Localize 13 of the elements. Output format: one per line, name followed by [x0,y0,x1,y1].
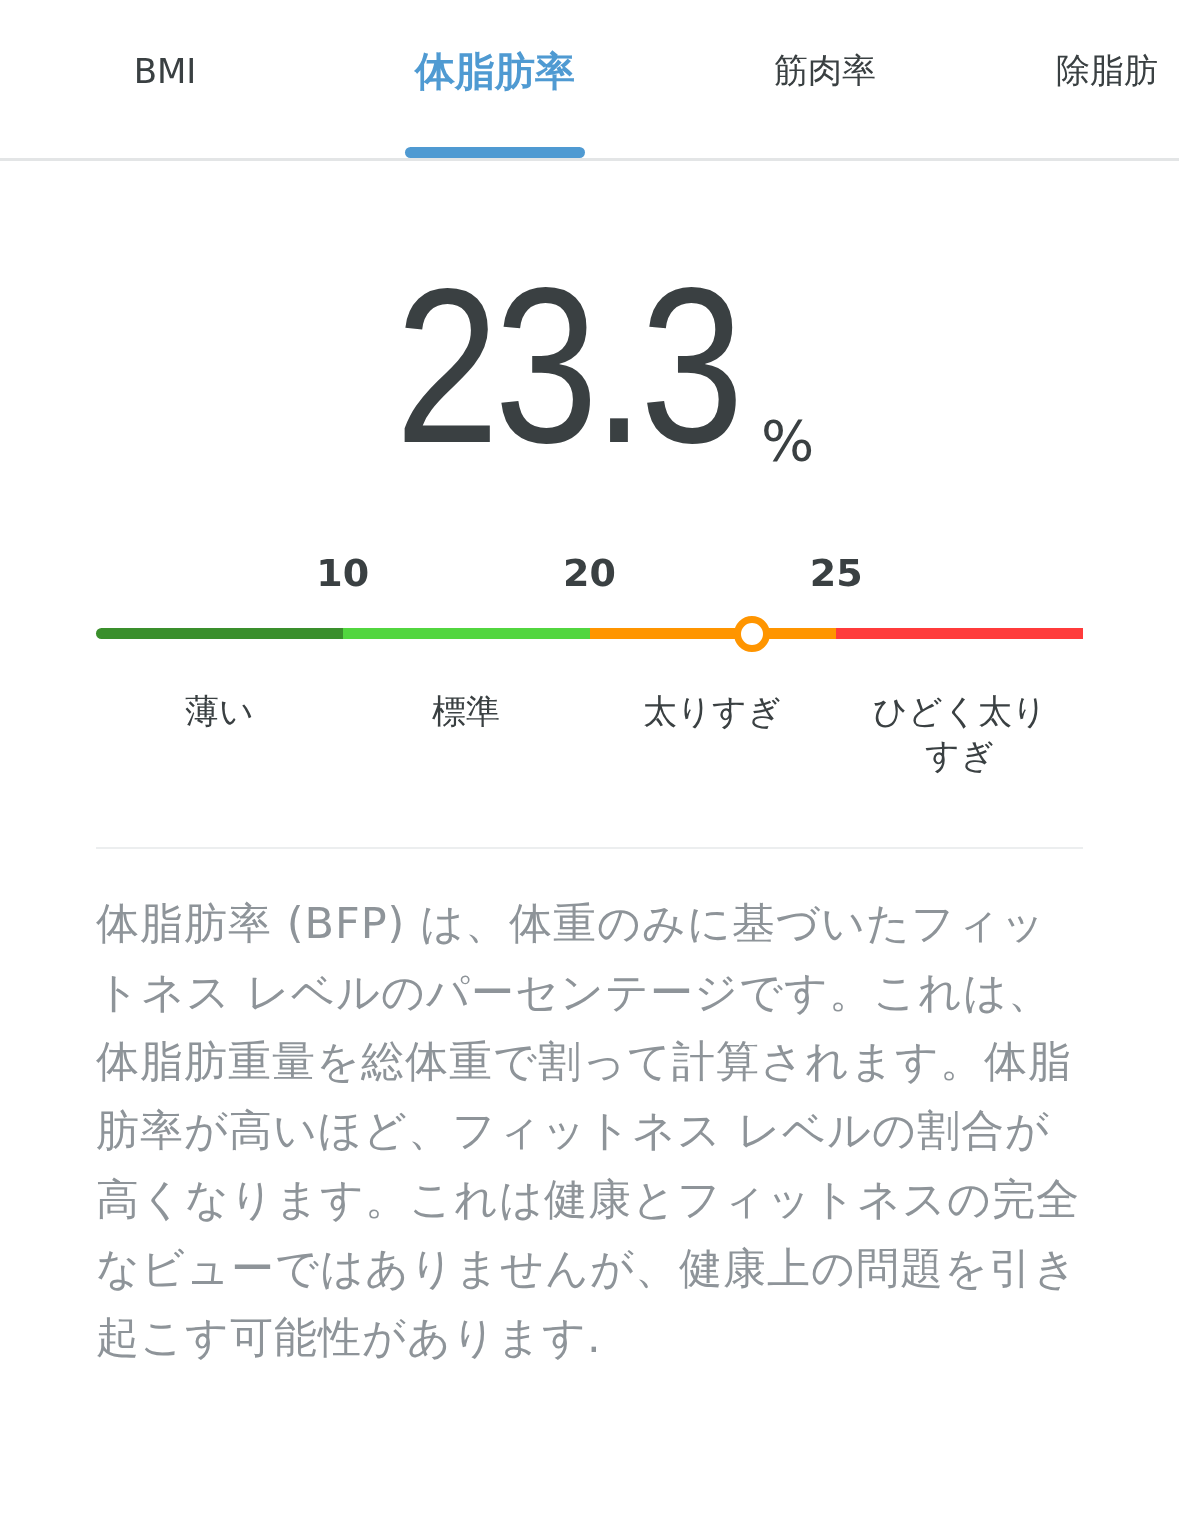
range-label: 標準 [432,690,501,733]
reading-value: 23.3 [395,271,739,461]
tab[interactable]: BMI [0,0,330,158]
tab[interactable]: 除脂肪 [990,0,1179,158]
range-label: ひどく太りすぎ [871,690,1048,777]
tick-label: 25 [809,551,863,595]
description-text: 体脂肪率 (BFP) は、体重のみに基づいたフィットネス レベルのパーセンテージです。これは、体脂肪重量を総体重で割って計算されます。体脂肪率が高いほど、フィットネス レベルの割合が高くなります。これは健康とフィットネスの完全なビューではありませんが、健康上の問題を引き起こす可能性があります. [96,897,1081,1364]
tick-label: 10 [316,551,370,595]
range-label: 薄い [184,690,254,733]
tick-label: 20 [563,551,616,595]
tab[interactable]: 筋肉率 [660,0,990,158]
reading-unit: % [761,408,815,473]
range-label: 太りすぎ [643,690,783,733]
